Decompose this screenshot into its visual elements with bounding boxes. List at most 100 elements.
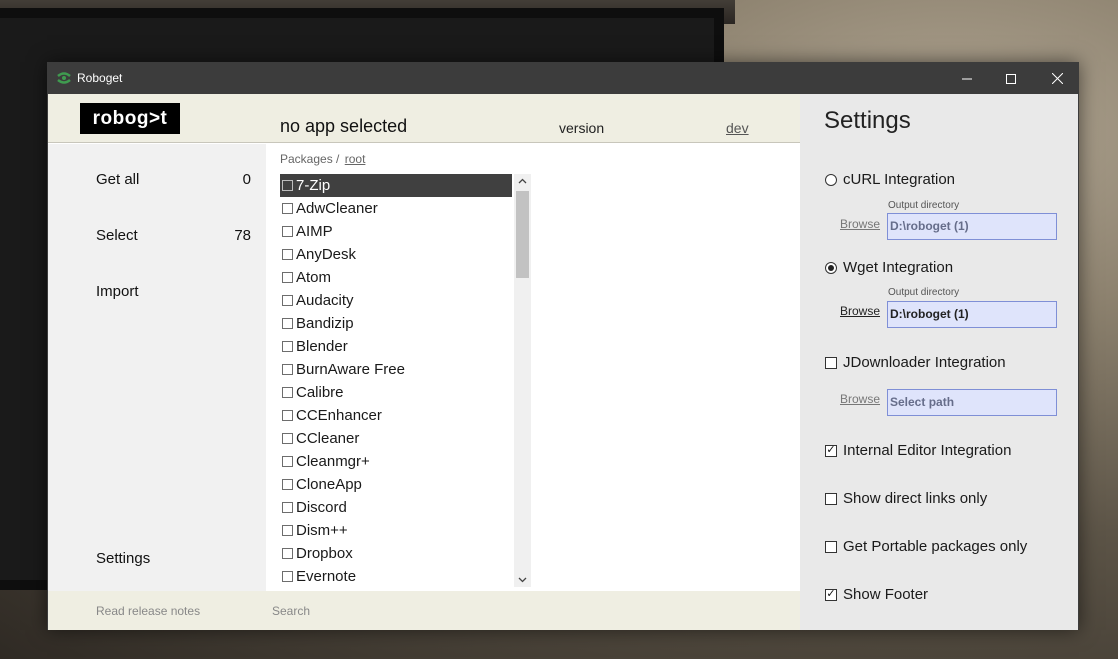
package-checkbox[interactable] [282,456,293,467]
package-label: Bandizip [296,315,354,332]
checkbox-checked-icon: ✓ [825,444,837,457]
footer: Read release notes Search [48,591,800,630]
jdownloader-browse-link[interactable]: Browse [840,392,880,406]
package-checkbox[interactable] [282,410,293,421]
wget-integration-radio[interactable]: Wget Integration [825,259,953,276]
package-label: AdwCleaner [296,200,378,217]
curl-output-directory-field[interactable]: D:\roboget (1) [887,213,1057,240]
package-label: Atom [296,269,332,286]
roboget-logo[interactable]: robog>t [80,103,180,134]
package-list-scrollbar[interactable] [514,174,531,587]
scrollbar-thumb[interactable] [516,191,529,278]
radio-selected-icon [825,261,837,274]
package-label: CloneApp [296,476,362,493]
wget-output-label: Output directory [888,287,960,298]
jdownloader-integration-checkbox[interactable]: JDownloader Integration [825,354,1006,371]
package-row[interactable]: Audacity [280,289,512,312]
minimize-button[interactable] [944,63,990,94]
sidebar-item-import[interactable]: Import [96,283,251,300]
package-row[interactable]: Dropbox [280,542,512,565]
curl-integration-radio[interactable]: cURL Integration [825,171,955,188]
package-row[interactable]: CloneApp [280,473,512,496]
package-label: Discord [296,499,347,516]
package-label: Evernote [296,568,357,585]
direct-links-checkbox[interactable]: Show direct links only [825,490,987,507]
package-label: Calibre [296,384,344,401]
checkbox-unchecked-icon [825,540,837,553]
release-notes-link[interactable]: Read release notes [96,604,200,618]
package-checkbox[interactable] [282,387,293,398]
package-checkbox[interactable] [282,502,293,513]
package-label: CCleaner [296,430,360,447]
breadcrumb-root-link[interactable]: root [345,152,366,166]
breadcrumb-label: Packages / [280,152,340,166]
package-row[interactable]: Cleanmgr+ [280,450,512,473]
package-checkbox[interactable] [282,364,293,375]
roboget-window: Roboget robog>t no app selected version … [47,62,1079,630]
package-row[interactable]: AdwCleaner [280,197,512,220]
internal-editor-checkbox[interactable]: ✓ Internal Editor Integration [825,442,1011,459]
package-checkbox[interactable] [282,479,293,490]
breadcrumb: Packages / root [280,152,365,166]
curl-browse-link[interactable]: Browse [840,217,880,231]
package-row[interactable]: Calibre [280,381,512,404]
package-row[interactable]: Discord [280,496,512,519]
package-checkbox[interactable] [282,433,293,444]
package-row[interactable]: CCEnhancer [280,404,512,427]
chevron-up-icon [518,178,527,184]
package-row[interactable]: CCleaner [280,427,512,450]
package-checkbox[interactable] [282,249,293,260]
package-checkbox[interactable] [282,272,293,283]
search-input[interactable]: Search [272,604,310,618]
radio-unselected-icon [825,173,837,186]
package-checkbox[interactable] [282,525,293,536]
dev-link[interactable]: dev [726,120,749,136]
package-checkbox[interactable] [282,571,293,582]
packages-panel: Packages / root 7-Zip AdwCleaner AIMP AnyDe… [266,144,800,591]
selected-app-title: no app selected [280,116,408,136]
package-label: CCEnhancer [296,407,382,424]
package-list[interactable]: 7-Zip AdwCleaner AIMP AnyDesk Atom Audacity Ba… [280,174,512,587]
package-checkbox[interactable] [282,226,293,237]
curl-output-label: Output directory [888,200,960,211]
settings-pane: Settings cURL Integration Output directo… [800,94,1078,630]
select-count: 78 [234,227,251,244]
package-checkbox[interactable] [282,180,293,191]
main-area: robog>t no app selected version dev Get … [48,94,800,630]
title-bar[interactable]: Roboget [48,63,1078,94]
wget-output-directory-field[interactable]: D:\roboget (1) [887,301,1057,328]
package-row[interactable]: Bandizip [280,312,512,335]
maximize-button[interactable] [988,63,1034,94]
package-checkbox[interactable] [282,295,293,306]
portable-packages-checkbox[interactable]: Get Portable packages only [825,538,1027,555]
sidebar-item-label: Settings [96,550,151,567]
package-checkbox[interactable] [282,203,293,214]
close-button[interactable] [1034,63,1080,94]
package-label: Dism++ [296,522,348,539]
scroll-down-button[interactable] [514,573,531,587]
sidebar-item-settings[interactable]: Settings [96,550,251,567]
jdownloader-integration-label: JDownloader Integration [843,354,1006,371]
jdownloader-path-field[interactable]: Select path [887,389,1057,416]
sidebar-item-get-all[interactable]: Get all 0 [96,171,251,188]
portable-packages-label: Get Portable packages only [843,538,1028,555]
package-row[interactable]: BurnAware Free [280,358,512,381]
package-row[interactable]: AIMP [280,220,512,243]
package-label: AIMP [296,223,333,240]
package-checkbox[interactable] [282,548,293,559]
package-row[interactable]: 7-Zip [280,174,512,197]
package-row[interactable]: Atom [280,266,512,289]
package-row[interactable]: Evernote [280,565,512,587]
show-footer-checkbox[interactable]: ✓ Show Footer [825,586,928,603]
sidebar-item-label: Import [96,283,139,300]
package-row[interactable]: AnyDesk [280,243,512,266]
sidebar-item-select[interactable]: Select 78 [96,227,251,244]
package-checkbox[interactable] [282,341,293,352]
wget-browse-link[interactable]: Browse [840,304,880,318]
package-checkbox[interactable] [282,318,293,329]
chevron-down-icon [518,577,527,583]
package-row[interactable]: Blender [280,335,512,358]
package-label: BurnAware Free [296,361,405,378]
package-row[interactable]: Dism++ [280,519,512,542]
scroll-up-button[interactable] [514,174,531,188]
